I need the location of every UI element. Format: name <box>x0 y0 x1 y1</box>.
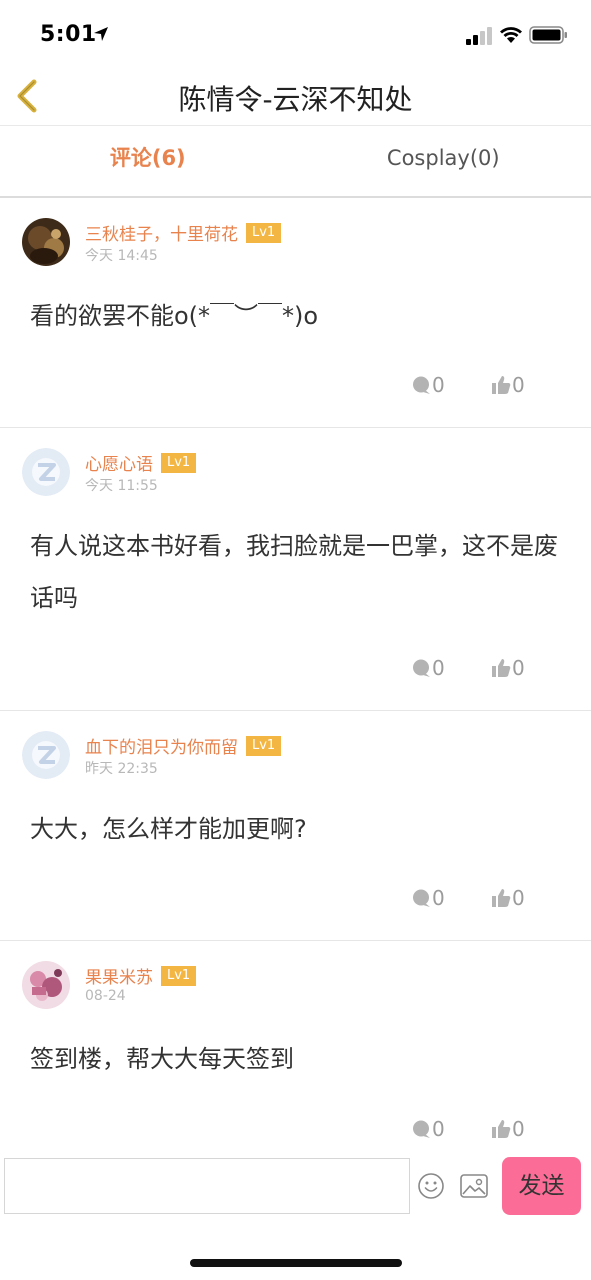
avatar[interactable] <box>22 218 70 266</box>
comment-time: 08-24 <box>85 988 126 1004</box>
page-title: 陈情令-云深不知处 <box>178 83 413 116</box>
thumbs-up-icon <box>492 1120 511 1138</box>
emoji-icon[interactable] <box>417 1172 445 1200</box>
avatar[interactable] <box>22 731 70 779</box>
location-arrow-icon <box>94 27 108 41</box>
reply-count: 0 <box>432 656 445 680</box>
like-button[interactable]: 0 <box>491 886 525 910</box>
reply-button[interactable]: 0 <box>411 886 445 910</box>
comment-bubble-icon <box>413 1120 430 1138</box>
user-photo-icon <box>22 961 70 1009</box>
reply-button[interactable]: 0 <box>411 1117 445 1141</box>
comment-item: 三秋桂子，十里荷花 Lv1 今天 14:45 看的欲罢不能o(*￣︶￣*)o 0… <box>0 198 591 428</box>
comment-text: 看的欲罢不能o(*￣︶￣*)o <box>30 302 319 330</box>
comment-time: 今天 11:55 <box>85 478 158 494</box>
like-button[interactable]: 0 <box>491 656 525 680</box>
comment-text: 大大，怎么样才能加更啊? <box>30 815 307 843</box>
default-avatar-icon <box>22 448 70 496</box>
user-photo-icon <box>22 218 70 266</box>
like-count: 0 <box>512 656 525 680</box>
like-count: 0 <box>512 886 525 910</box>
avatar[interactable] <box>22 961 70 1009</box>
nav-bar: 陈情令-云深不知处 <box>0 70 591 126</box>
thumbs-up-icon <box>492 376 511 394</box>
level-badge: Lv1 <box>161 452 197 473</box>
comment-input[interactable] <box>4 1158 410 1214</box>
tab-bar: 评论(6) Cosplay(0) <box>0 126 591 198</box>
comment-input-bar: 发送 <box>0 1152 591 1222</box>
reply-count: 0 <box>432 1117 445 1141</box>
reply-button[interactable]: 0 <box>411 656 445 680</box>
comment-item: 心愿心语 Lv1 今天 11:55 有人说这本书好看，我扫脸就是一巴掌，这不是废… <box>0 428 591 711</box>
reply-button[interactable]: 0 <box>411 373 445 397</box>
comment-text: 签到楼，帮大大每天签到 <box>30 1045 294 1073</box>
like-button[interactable]: 0 <box>491 1117 525 1141</box>
comment-item: 血下的泪只为你而留 Lv1 昨天 22:35 大大，怎么样才能加更啊? 0 0 <box>0 711 591 941</box>
comment-time: 今天 14:45 <box>85 248 158 264</box>
cellular-signal-icon <box>466 27 492 45</box>
battery-icon <box>529 26 567 44</box>
tab-cosplay[interactable]: Cosplay(0) <box>296 126 591 196</box>
user-row: 三秋桂子，十里荷花 Lv1 <box>85 220 282 245</box>
avatar[interactable] <box>22 448 70 496</box>
image-icon[interactable] <box>459 1172 489 1200</box>
username[interactable]: 果果米苏 <box>85 963 153 988</box>
reply-count: 0 <box>432 373 445 397</box>
comment-bubble-icon <box>413 889 430 907</box>
comment-time: 昨天 22:35 <box>85 761 158 777</box>
home-indicator[interactable] <box>190 1259 402 1267</box>
thumbs-up-icon <box>492 889 511 907</box>
comment-bubble-icon <box>413 659 430 677</box>
wifi-icon <box>500 27 522 43</box>
comment-text: 有人说这本书好看，我扫脸就是一巴掌，这不是废话吗 <box>30 532 558 612</box>
reply-count: 0 <box>432 886 445 910</box>
level-badge: Lv1 <box>246 735 282 756</box>
level-badge: Lv1 <box>161 965 197 986</box>
default-avatar-icon <box>22 731 70 779</box>
username[interactable]: 血下的泪只为你而留 <box>85 733 238 758</box>
user-row: 心愿心语 Lv1 <box>85 450 197 475</box>
like-count: 0 <box>512 1117 525 1141</box>
thumbs-up-icon <box>492 659 511 677</box>
comment-item: 果果米苏 Lv1 08-24 签到楼，帮大大每天签到 0 0 <box>0 941 591 1152</box>
level-badge: Lv1 <box>246 222 282 243</box>
user-row: 血下的泪只为你而留 Lv1 <box>85 733 282 758</box>
tab-comments[interactable]: 评论(6) <box>0 126 296 196</box>
status-bar: 5:01 <box>0 0 591 70</box>
like-count: 0 <box>512 373 525 397</box>
like-button[interactable]: 0 <box>491 373 525 397</box>
username[interactable]: 心愿心语 <box>85 450 153 475</box>
username[interactable]: 三秋桂子，十里荷花 <box>85 220 238 245</box>
status-time: 5:01 <box>40 22 97 47</box>
comment-bubble-icon <box>413 376 430 394</box>
send-button[interactable]: 发送 <box>502 1157 581 1215</box>
user-row: 果果米苏 Lv1 <box>85 963 197 988</box>
